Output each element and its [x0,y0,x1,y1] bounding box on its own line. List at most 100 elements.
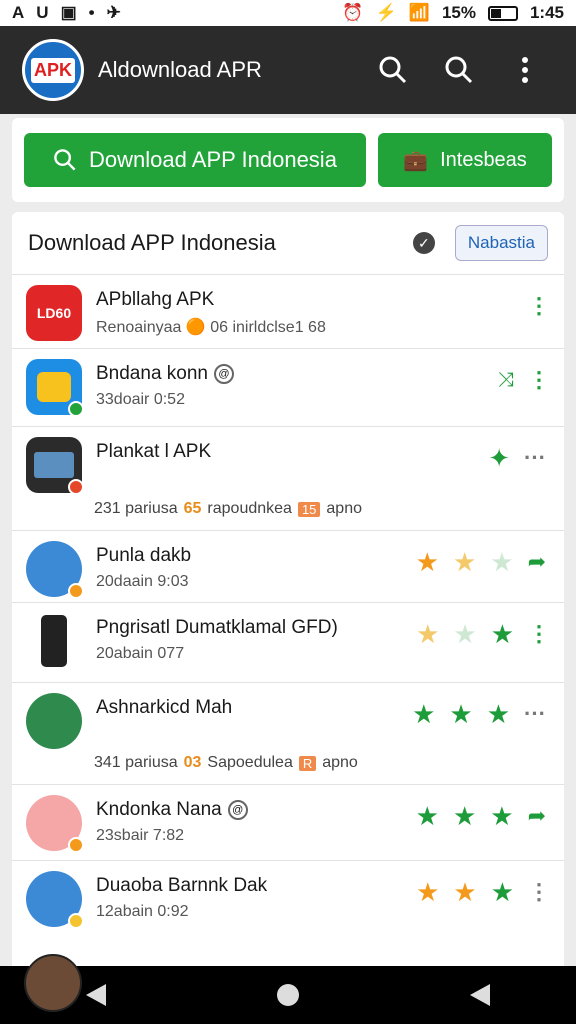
list-item[interactable]: Ashnarkicd Mah ★ ★ ★ ··· 341 pariusa 03 … [12,682,564,784]
more-vertical-icon[interactable]: ⋮ [528,293,550,319]
phone-icon [41,615,67,667]
star-icon[interactable]: ★ [487,701,510,727]
status-badge-icon [68,479,84,495]
more-horizontal-icon[interactable]: ··· [524,445,546,471]
star-icon[interactable]: ★ [453,621,476,647]
meta-tail: apno [326,500,362,517]
top-actions-card: Download APP Indonesia 💼 Intesbeas [12,118,564,202]
list-item-text: Plankat l APK [96,437,488,463]
star-icon[interactable]: ★ [490,549,513,575]
list-item[interactable]: Kndonka Nana @ 23sbair 7:82 ★ ★ ★ ➦ [12,784,564,860]
alarm-icon: ⏰ [342,3,364,22]
list-item-actions: ⋮ [528,293,550,319]
list-item[interactable]: Pngrisatl Dumatklamal GFD) 20abain 077 ★… [12,602,564,682]
list-item-name: Ashnarkicd Mah [96,697,233,718]
list-item-text: Pngrisatl Dumatklamal GFD) 20abain 077 [96,613,416,663]
secondary-button[interactable]: 💼 Intesbeas [378,133,552,187]
info-icon: @ [214,363,234,384]
status-bar: A U ▣ • ✈ ⏰ ⚡ 📶 15% 1:45 [0,0,576,26]
star-icon[interactable]: ★ [416,879,439,905]
share-icon[interactable]: ➦ [528,803,546,829]
gallery-icon: ▣ [60,3,77,22]
list-item-sub: 23sbair 7:82 [96,827,185,844]
home-icon[interactable] [276,984,299,1006]
list-item-name: APbllahg APK [96,289,215,310]
avatar [26,541,84,599]
status-badge-icon [68,913,84,929]
star-icon[interactable]: ★ [453,549,476,575]
download-app-button[interactable]: Download APP Indonesia [24,133,366,187]
list-action-button[interactable]: Nabastia [454,225,548,261]
meta-box: R [298,755,317,771]
list-item-actions: ★ ★ ★ ··· [412,701,546,727]
list-item-actions: ★ ★ ★ ⋮ [416,621,550,647]
list-item[interactable]: Punla dakb 20daain 9:03 ★ ★ ★ ➦ [12,530,564,602]
rocket-icon: ✈ [106,3,121,22]
star-icon[interactable]: ★ [416,549,439,575]
share-icon[interactable]: ➦ [528,549,546,575]
star-icon[interactable]: ★ [491,879,514,905]
shuffle-icon[interactable]: ⤨ [498,369,514,392]
list-item-sub: 12abain 0:92 [96,903,189,920]
verified-icon[interactable]: ✓ [412,232,435,254]
list-item-sub: 20daain 9:03 [96,573,189,590]
star-icon[interactable]: ★ [416,803,439,829]
app-logo[interactable]: APK [22,39,84,101]
search-icon[interactable] [426,45,492,95]
more-vertical-icon[interactable]: ⋮ [528,367,550,393]
search-icon [54,149,76,171]
notification-u-icon: U [36,3,49,22]
battery-icon [487,5,518,21]
status-badge-icon [68,837,84,853]
avatar [26,693,82,749]
star-icon[interactable]: ★ [449,701,472,727]
search-icon[interactable] [360,45,426,95]
clock: 1:45 [529,3,564,22]
status-right: ⏰ ⚡ 📶 15% 1:45 [342,3,564,23]
wifi-icon: 📶 [408,3,430,22]
meta-tail: apno [322,754,358,771]
more-vertical-icon[interactable]: ⋮ [528,879,550,905]
list-item-name-wrap: Bndana konn @ [96,363,498,385]
list-item[interactable]: Plankat l APK ✦ ··· 231 pariusa 65 rapou… [12,426,564,530]
list-item-actions: ★ ★ ★ ⋮ [416,879,550,905]
list-item-text: Bndana konn @ 33doair 0:52 [96,359,498,409]
more-vertical-icon[interactable] [492,45,558,95]
app-icon [26,437,84,495]
star-icon[interactable]: ★ [491,621,514,647]
recent-apps-icon[interactable] [470,984,491,1006]
meta-highlight: 65 [183,500,202,517]
list-item-name-wrap: Kndonka Nana @ [96,799,416,821]
list-item-meta: 231 pariusa 65 rapoudnkea 15 apno [94,500,362,518]
app-bar: APK Aldownload APR [0,26,576,114]
more-vertical-icon[interactable]: ⋮ [528,621,550,647]
list-item[interactable]: Duaoba Barnnk Dak 12abain 0:92 ★ ★ ★ ⋮ [12,860,564,944]
star-icon[interactable]: ★ [412,701,435,727]
avatar [26,871,84,929]
more-horizontal-icon[interactable]: ··· [524,701,546,727]
floating-avatar[interactable] [24,954,82,1012]
list-item[interactable]: Bndana konn @ 33doair 0:52 ⤨ ⋮ [12,348,564,426]
briefcase-icon: 💼 [403,149,429,172]
list-item-text: Ashnarkicd Mah [96,693,412,719]
star-icon[interactable]: ★ [416,621,439,647]
app-icon [26,613,82,669]
star-icon[interactable]: ★ [490,803,513,829]
list-item-actions: ★ ★ ★ ➦ [416,803,546,829]
list-item-name: Punla dakb [96,545,192,566]
status-badge-icon [68,583,84,599]
list-item-text: Duaoba Barnnk Dak 12abain 0:92 [96,871,416,921]
app-icon-text: LD60 [36,305,72,321]
verified-badge-icon [68,401,84,417]
star-icon[interactable]: ★ [453,879,476,905]
app-list-card: Download APP Indonesia ✓ Nabastia LD60 A… [12,212,564,972]
star-icon[interactable]: ★ [453,803,476,829]
list-item-meta: 341 pariusa 03 Sapoedulea R apno [94,754,358,772]
list-item-sub: 20abain 077 [96,645,185,662]
list-item-actions: ★ ★ ★ ➦ [416,549,546,575]
star-icon[interactable]: ✦ [488,445,510,471]
app-title: Aldownload APR [98,57,262,82]
back-icon[interactable] [85,984,106,1006]
avatar [26,795,84,853]
list-item[interactable]: LD60 APbllahg APK Renoainyaa 🟠 06 inirld… [12,274,564,348]
